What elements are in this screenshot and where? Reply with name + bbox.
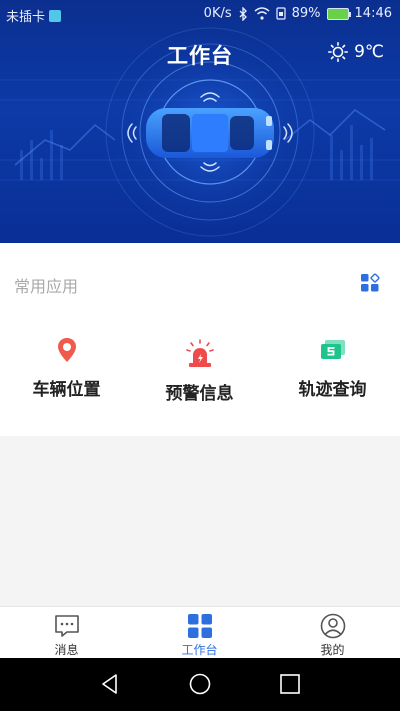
home-icon[interactable] <box>188 672 212 696</box>
app-label: 轨迹查询 <box>298 380 367 400</box>
clock: 14:46 <box>354 6 392 21</box>
sim-status-icon <box>276 7 286 20</box>
battery-percent: 89% <box>291 6 321 21</box>
nav-item-workbench[interactable]: 工作台 <box>133 613 266 658</box>
message-icon <box>54 615 79 637</box>
back-icon[interactable] <box>98 672 122 696</box>
weather-widget: 9℃ <box>328 42 384 62</box>
battery-icon <box>326 7 351 20</box>
nav-item-profile[interactable]: 我的 <box>266 613 399 658</box>
alarm-siren-icon <box>185 339 214 367</box>
common-apps-panel: 常用应用 车辆位置 预警信息 轨迹查询 <box>0 243 400 436</box>
nav-label: 消息 <box>54 643 79 657</box>
network-speed: 0K/s <box>203 6 232 21</box>
nav-label: 我的 <box>320 643 345 657</box>
sun-icon <box>328 42 349 62</box>
app-label: 预警信息 <box>165 384 234 404</box>
bluetooth-icon <box>239 6 247 21</box>
location-pin-icon <box>57 338 76 362</box>
status-bar: 未插卡 0K/s 89% 14:46 <box>0 0 400 28</box>
nav-item-messages[interactable]: 消息 <box>0 613 133 658</box>
app-track-query[interactable]: 轨迹查询 <box>266 335 399 400</box>
bottom-navigation: 消息 工作台 我的 <box>0 606 400 658</box>
temperature: 9℃ <box>354 42 384 62</box>
app-label: 车辆位置 <box>32 380 101 400</box>
app-vehicle-location[interactable]: 车辆位置 <box>0 335 133 400</box>
profile-icon <box>320 613 345 639</box>
wifi-icon <box>254 7 270 20</box>
system-navigation-bar <box>0 658 400 711</box>
header-hero: 未插卡 0K/s 89% 14:46 工作台 9℃ <box>0 0 400 243</box>
track-card-icon <box>320 340 345 359</box>
car-illustration <box>0 22 400 242</box>
recents-icon[interactable] <box>278 672 302 696</box>
nav-label: 工作台 <box>181 643 218 657</box>
apps-grid-icon[interactable] <box>360 273 380 293</box>
section-title: 常用应用 <box>14 277 79 296</box>
workbench-grid-icon <box>187 614 212 638</box>
app-alert-info[interactable]: 预警信息 <box>133 339 266 404</box>
sim-card-icon <box>49 9 62 22</box>
carrier-text: 未插卡 <box>6 10 46 25</box>
